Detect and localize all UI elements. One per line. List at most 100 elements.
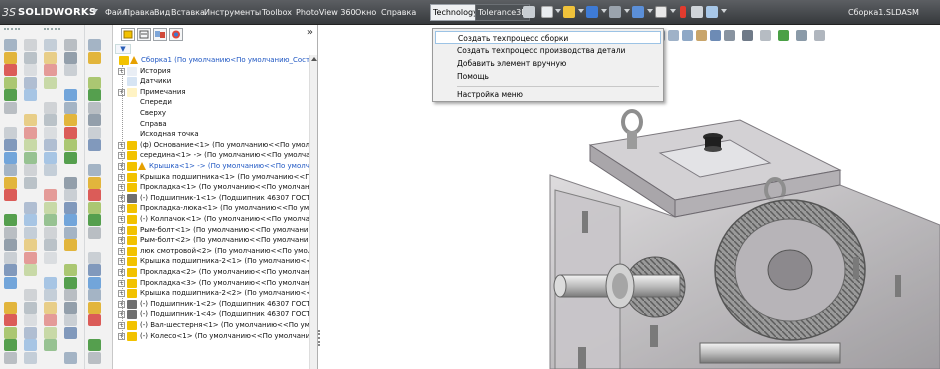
tree-component[interactable]: + (-) Подшипник-1<2> (Подшипник 46307 ГОС… (113, 299, 311, 310)
smart-fastener-icon[interactable] (64, 101, 77, 114)
tab-configuration-manager[interactable] (153, 28, 167, 41)
sketch-icon[interactable] (4, 76, 17, 89)
tree-component[interactable]: + (-) Колесо<1> (По умолчанию<<По умолчан… (113, 331, 311, 342)
explode-icon[interactable] (88, 76, 101, 89)
print-arrow-icon[interactable] (624, 9, 630, 13)
sketch-icon[interactable] (64, 39, 77, 51)
extrude-icon[interactable] (64, 301, 77, 314)
tree-scrollbar[interactable] (309, 55, 317, 369)
tree-folder[interactable]: + История (113, 66, 311, 77)
extrude-icon[interactable] (64, 51, 77, 64)
extrude-icon[interactable] (4, 214, 17, 226)
tab-feature-tree[interactable] (121, 28, 135, 41)
solidworks-logo[interactable]: 3S SOLIDWORKS (2, 3, 96, 22)
smart-fastener-icon[interactable] (64, 351, 77, 364)
assembly-icon[interactable] (88, 126, 101, 139)
options-icon[interactable] (706, 6, 718, 18)
menu-item[interactable]: Toolbox (262, 5, 292, 20)
revolve-icon[interactable] (64, 314, 77, 326)
undo-icon[interactable] (632, 6, 644, 18)
explode-icon[interactable] (44, 226, 57, 239)
assembly-icon[interactable] (4, 176, 17, 189)
drawing-icon[interactable] (24, 301, 37, 314)
revolve-icon[interactable] (24, 89, 37, 101)
assembly-icon[interactable] (24, 164, 37, 176)
mate-icon[interactable] (44, 339, 57, 351)
move-component-icon[interactable] (44, 126, 57, 139)
mate-icon[interactable] (64, 201, 77, 214)
explode-icon[interactable] (88, 201, 101, 214)
extrude-icon[interactable] (44, 189, 57, 201)
smart-fastener-icon[interactable] (4, 264, 17, 276)
file-properties-icon[interactable] (691, 6, 703, 18)
open-folder-icon[interactable] (563, 6, 575, 18)
extrude-icon[interactable] (64, 176, 77, 189)
sketch-icon[interactable] (24, 64, 37, 76)
select-icon[interactable] (655, 6, 667, 18)
menu-item[interactable]: PhotoView 360 (296, 5, 356, 20)
mate-icon[interactable] (24, 226, 37, 239)
undo-arrow-icon[interactable] (647, 9, 653, 13)
revolve-icon[interactable] (24, 339, 37, 351)
tree-component[interactable]: + Прокладка<2> (По умолчанию<<По умолчани (113, 267, 311, 278)
tree-component[interactable]: + Рым-болт<2> (По умолчанию<<По умолчанию… (113, 235, 311, 246)
move-component-icon[interactable] (44, 251, 57, 264)
assembly-icon[interactable] (44, 151, 57, 164)
tree-component[interactable]: + Прокладка-люка<1> (По умолчанию<<По умо… (113, 203, 311, 214)
tree-component[interactable]: + Крышка подшипника-2<1> (По умолчанию<<Г (113, 256, 311, 267)
sketch-icon[interactable] (88, 276, 101, 289)
move-component-icon[interactable] (4, 276, 17, 289)
tree-component[interactable]: + Крышка подшипника<1> (По умолчанию<<По (113, 172, 311, 183)
tree-component[interactable]: + (ф) Основание<1> (По умолчанию<<По умол… (113, 140, 311, 151)
select-arrow-icon[interactable] (670, 9, 676, 13)
mate-icon[interactable] (44, 214, 57, 226)
tree-component[interactable]: + Крышка<1> -> (По умолчанию<<По умолчан (113, 161, 311, 172)
drawing-icon[interactable] (64, 276, 77, 289)
more-tabs-chevron-icon[interactable]: » (307, 27, 313, 38)
assembly-icon[interactable] (64, 264, 77, 276)
sketch-icon[interactable] (4, 326, 17, 339)
mate-icon[interactable] (4, 239, 17, 251)
revolve-icon[interactable] (4, 226, 17, 239)
extrude-icon[interactable] (4, 89, 17, 101)
tree-folder[interactable]: Сверху (113, 108, 311, 119)
part-icon[interactable] (88, 114, 101, 126)
strip-grip[interactable] (44, 28, 60, 30)
sketch-icon[interactable] (64, 289, 77, 301)
save-icon[interactable] (586, 6, 598, 18)
assembly-icon[interactable] (44, 276, 57, 289)
part-icon[interactable] (4, 39, 17, 51)
tree-folder[interactable]: Спереди (113, 97, 311, 108)
drawing-icon[interactable] (24, 176, 37, 189)
explode-icon[interactable] (64, 89, 77, 101)
menu-item[interactable]: Вид (154, 5, 170, 20)
move-component-icon[interactable] (4, 151, 17, 164)
move-component-icon[interactable] (88, 351, 101, 364)
explode-icon[interactable] (24, 114, 37, 126)
smart-fastener-icon[interactable] (4, 139, 17, 151)
tree-component[interactable]: + середина<1> -> (По умолчанию<<По умолча… (113, 150, 311, 161)
extrude-icon[interactable] (4, 339, 17, 351)
sketch-icon[interactable] (44, 301, 57, 314)
menu-item[interactable]: Инструменты (204, 5, 261, 20)
drawing-icon[interactable] (88, 264, 101, 276)
move-component-icon[interactable] (88, 101, 101, 114)
extrude-icon[interactable] (44, 314, 57, 326)
explode-icon[interactable] (64, 214, 77, 226)
tree-component[interactable]: + Прокладка<3> (По умолчанию<<По умолчани (113, 278, 311, 289)
sketch-icon[interactable] (44, 51, 57, 64)
save-arrow-icon[interactable] (601, 9, 607, 13)
drawing-icon[interactable] (88, 139, 101, 151)
mate-icon[interactable] (64, 326, 77, 339)
new-arrow-icon[interactable] (555, 9, 561, 13)
tree-component[interactable]: + (-) Колпачок<1> (По умолчанию<<По умолч… (113, 214, 311, 225)
part-icon[interactable] (64, 126, 77, 139)
print-icon[interactable] (609, 6, 621, 18)
revolve-icon[interactable] (88, 301, 101, 314)
smart-fastener-icon[interactable] (88, 339, 101, 351)
assembly-icon[interactable] (64, 139, 77, 151)
tree-component[interactable]: + Прокладка<1> (По умолчанию<<По умолчани (113, 182, 311, 193)
tab-property-manager[interactable] (137, 28, 151, 41)
menu-item[interactable]: Вставка (171, 5, 205, 20)
assembly-icon[interactable] (24, 289, 37, 301)
